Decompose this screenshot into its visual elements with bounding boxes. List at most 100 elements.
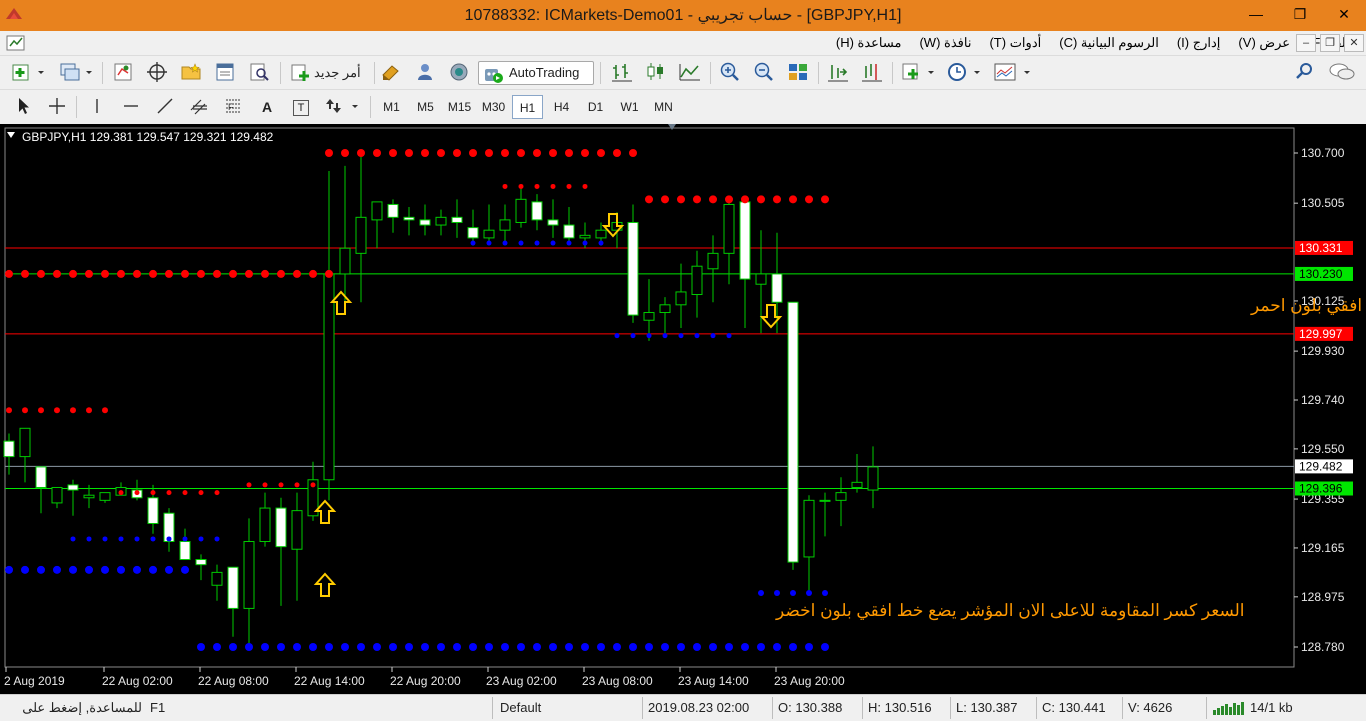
profiles-button[interactable] xyxy=(56,61,96,85)
indicator-dot xyxy=(821,195,829,204)
indicator-dot xyxy=(533,149,541,157)
market-watch-button[interactable] xyxy=(110,61,136,85)
price-axis-label: 128.975 xyxy=(1301,590,1345,604)
menu-item-1[interactable]: عرض (V) xyxy=(1229,31,1299,55)
timeframe-m15-button[interactable]: M15 xyxy=(444,95,475,119)
crosshair-tool-button[interactable] xyxy=(44,95,70,119)
indicator-dot xyxy=(805,643,813,651)
mdi-restore-button[interactable]: ❐ xyxy=(1320,34,1340,52)
market-watch-icon xyxy=(114,63,132,81)
timeframe-mn-button[interactable]: MN xyxy=(648,95,679,119)
line-chart-button[interactable] xyxy=(676,61,704,85)
fibonacci-icon: F xyxy=(226,99,240,113)
autotrading-icon xyxy=(485,69,503,83)
arrows-tool-button[interactable] xyxy=(322,95,362,119)
indicator-dot xyxy=(421,149,429,157)
timeframe-h4-button[interactable]: H4 xyxy=(546,95,577,119)
indicator-dot xyxy=(150,536,156,542)
mdi-minimize-button[interactable]: – xyxy=(1296,34,1316,52)
trendline-tool-button[interactable] xyxy=(152,95,178,119)
timeframe-w1-button[interactable]: W1 xyxy=(614,95,645,119)
indicator-dot xyxy=(613,643,621,651)
navigator-button[interactable] xyxy=(178,61,204,85)
chart-window[interactable]: 130.700 130.505 130.125 129.930 129.740 129.5… xyxy=(0,124,1366,694)
accounts-button[interactable] xyxy=(412,61,438,85)
chart-shift-button[interactable] xyxy=(858,61,886,85)
indicator-dot xyxy=(133,269,141,278)
zoom-in-button[interactable] xyxy=(716,61,744,85)
minimize-button[interactable]: — xyxy=(1234,0,1278,31)
text-label-glyph: T xyxy=(293,100,309,116)
auto-scroll-button[interactable] xyxy=(824,61,852,85)
indicator-dot xyxy=(501,643,509,651)
text-label-tool-button[interactable]: T xyxy=(288,95,314,119)
indicator-dot xyxy=(69,565,77,574)
menu-item-4[interactable]: أدوات (T) xyxy=(980,31,1050,55)
indicator-dot xyxy=(245,269,253,278)
search-button[interactable] xyxy=(1292,61,1318,85)
timeframe-m30-button[interactable]: M30 xyxy=(478,95,509,119)
close-button[interactable]: ✕ xyxy=(1322,0,1366,31)
menu-item-5[interactable]: نافذة (W) xyxy=(910,31,980,55)
periods-button[interactable] xyxy=(944,61,984,85)
indicator-dot xyxy=(741,643,749,651)
candle-bear xyxy=(467,227,479,239)
menu-item-2[interactable]: إدارج (I) xyxy=(1168,31,1230,55)
level-tag-label: 130.230 xyxy=(1299,267,1343,281)
timeframe-m1-button[interactable]: M1 xyxy=(376,95,407,119)
fibonacci-tool-button[interactable]: F xyxy=(220,95,246,119)
horizontal-line-tool-button[interactable] xyxy=(118,95,144,119)
indicator-dot xyxy=(213,269,221,278)
indicator-dot xyxy=(165,269,173,278)
templates-button[interactable] xyxy=(990,61,1034,85)
timeframe-h1-button[interactable]: H1 xyxy=(512,95,543,119)
metaeditor-button[interactable] xyxy=(378,61,404,85)
indicator-dot xyxy=(582,183,588,189)
new-order-button[interactable]: أمر جديد xyxy=(288,61,370,85)
strategy-tester-button[interactable] xyxy=(246,61,272,85)
indicator-dot xyxy=(822,589,828,596)
menu-item-3[interactable]: الرسوم البيانية (C) xyxy=(1050,31,1168,55)
indicator-dot xyxy=(118,536,124,542)
horizontal-line-icon xyxy=(124,105,138,107)
vertical-line-tool-button[interactable] xyxy=(84,95,110,119)
zoom-out-button[interactable] xyxy=(750,61,778,85)
terminal-button[interactable] xyxy=(212,61,238,85)
indicator-dot xyxy=(294,482,300,488)
indicator-dot xyxy=(70,407,76,414)
indicator-dot xyxy=(789,643,797,651)
chart-window-icon[interactable] xyxy=(6,34,26,52)
indicator-dot xyxy=(437,643,445,651)
mdi-close-button[interactable]: ✕ xyxy=(1344,34,1364,52)
candlestick-chart-button[interactable] xyxy=(642,61,670,85)
indicator-dot xyxy=(102,407,108,414)
text-tool-button[interactable]: A xyxy=(254,95,280,119)
equidistant-channel-tool-button[interactable] xyxy=(186,95,212,119)
timeframe-d1-button[interactable]: D1 xyxy=(580,95,611,119)
price-axis-label: 129.930 xyxy=(1301,344,1345,358)
indicator-dot xyxy=(693,643,701,651)
indicators-button[interactable] xyxy=(898,61,938,85)
new-chart-button[interactable] xyxy=(8,61,48,85)
candle-bull xyxy=(211,571,223,586)
indicator-dot xyxy=(166,490,172,496)
indicator-dot xyxy=(694,333,700,339)
timeframe-m5-button[interactable]: M5 xyxy=(410,95,441,119)
menu-item-6[interactable]: مساعدة (H) xyxy=(827,31,911,55)
candle-bull xyxy=(659,304,671,314)
time-axis-label: 23 Aug 02:00 xyxy=(486,674,557,688)
signals-button[interactable] xyxy=(446,61,472,85)
indicator-dot xyxy=(646,333,652,339)
bar-chart-button[interactable] xyxy=(608,61,636,85)
autotrading-button[interactable]: AutoTrading xyxy=(478,61,594,85)
profiles-icon xyxy=(60,63,92,81)
data-window-button[interactable] xyxy=(144,61,170,85)
cursor-tool-button[interactable] xyxy=(10,95,36,119)
indicator-dot xyxy=(309,269,317,278)
price-axis-label: 130.700 xyxy=(1301,146,1345,160)
maximize-button[interactable]: ❐ xyxy=(1278,0,1322,31)
tile-windows-button[interactable] xyxy=(784,61,812,85)
indicator-dot xyxy=(453,149,461,157)
price-chart[interactable]: 130.700130.505130.125129.930129.740129.5… xyxy=(0,124,1366,694)
chat-button[interactable] xyxy=(1326,61,1358,85)
